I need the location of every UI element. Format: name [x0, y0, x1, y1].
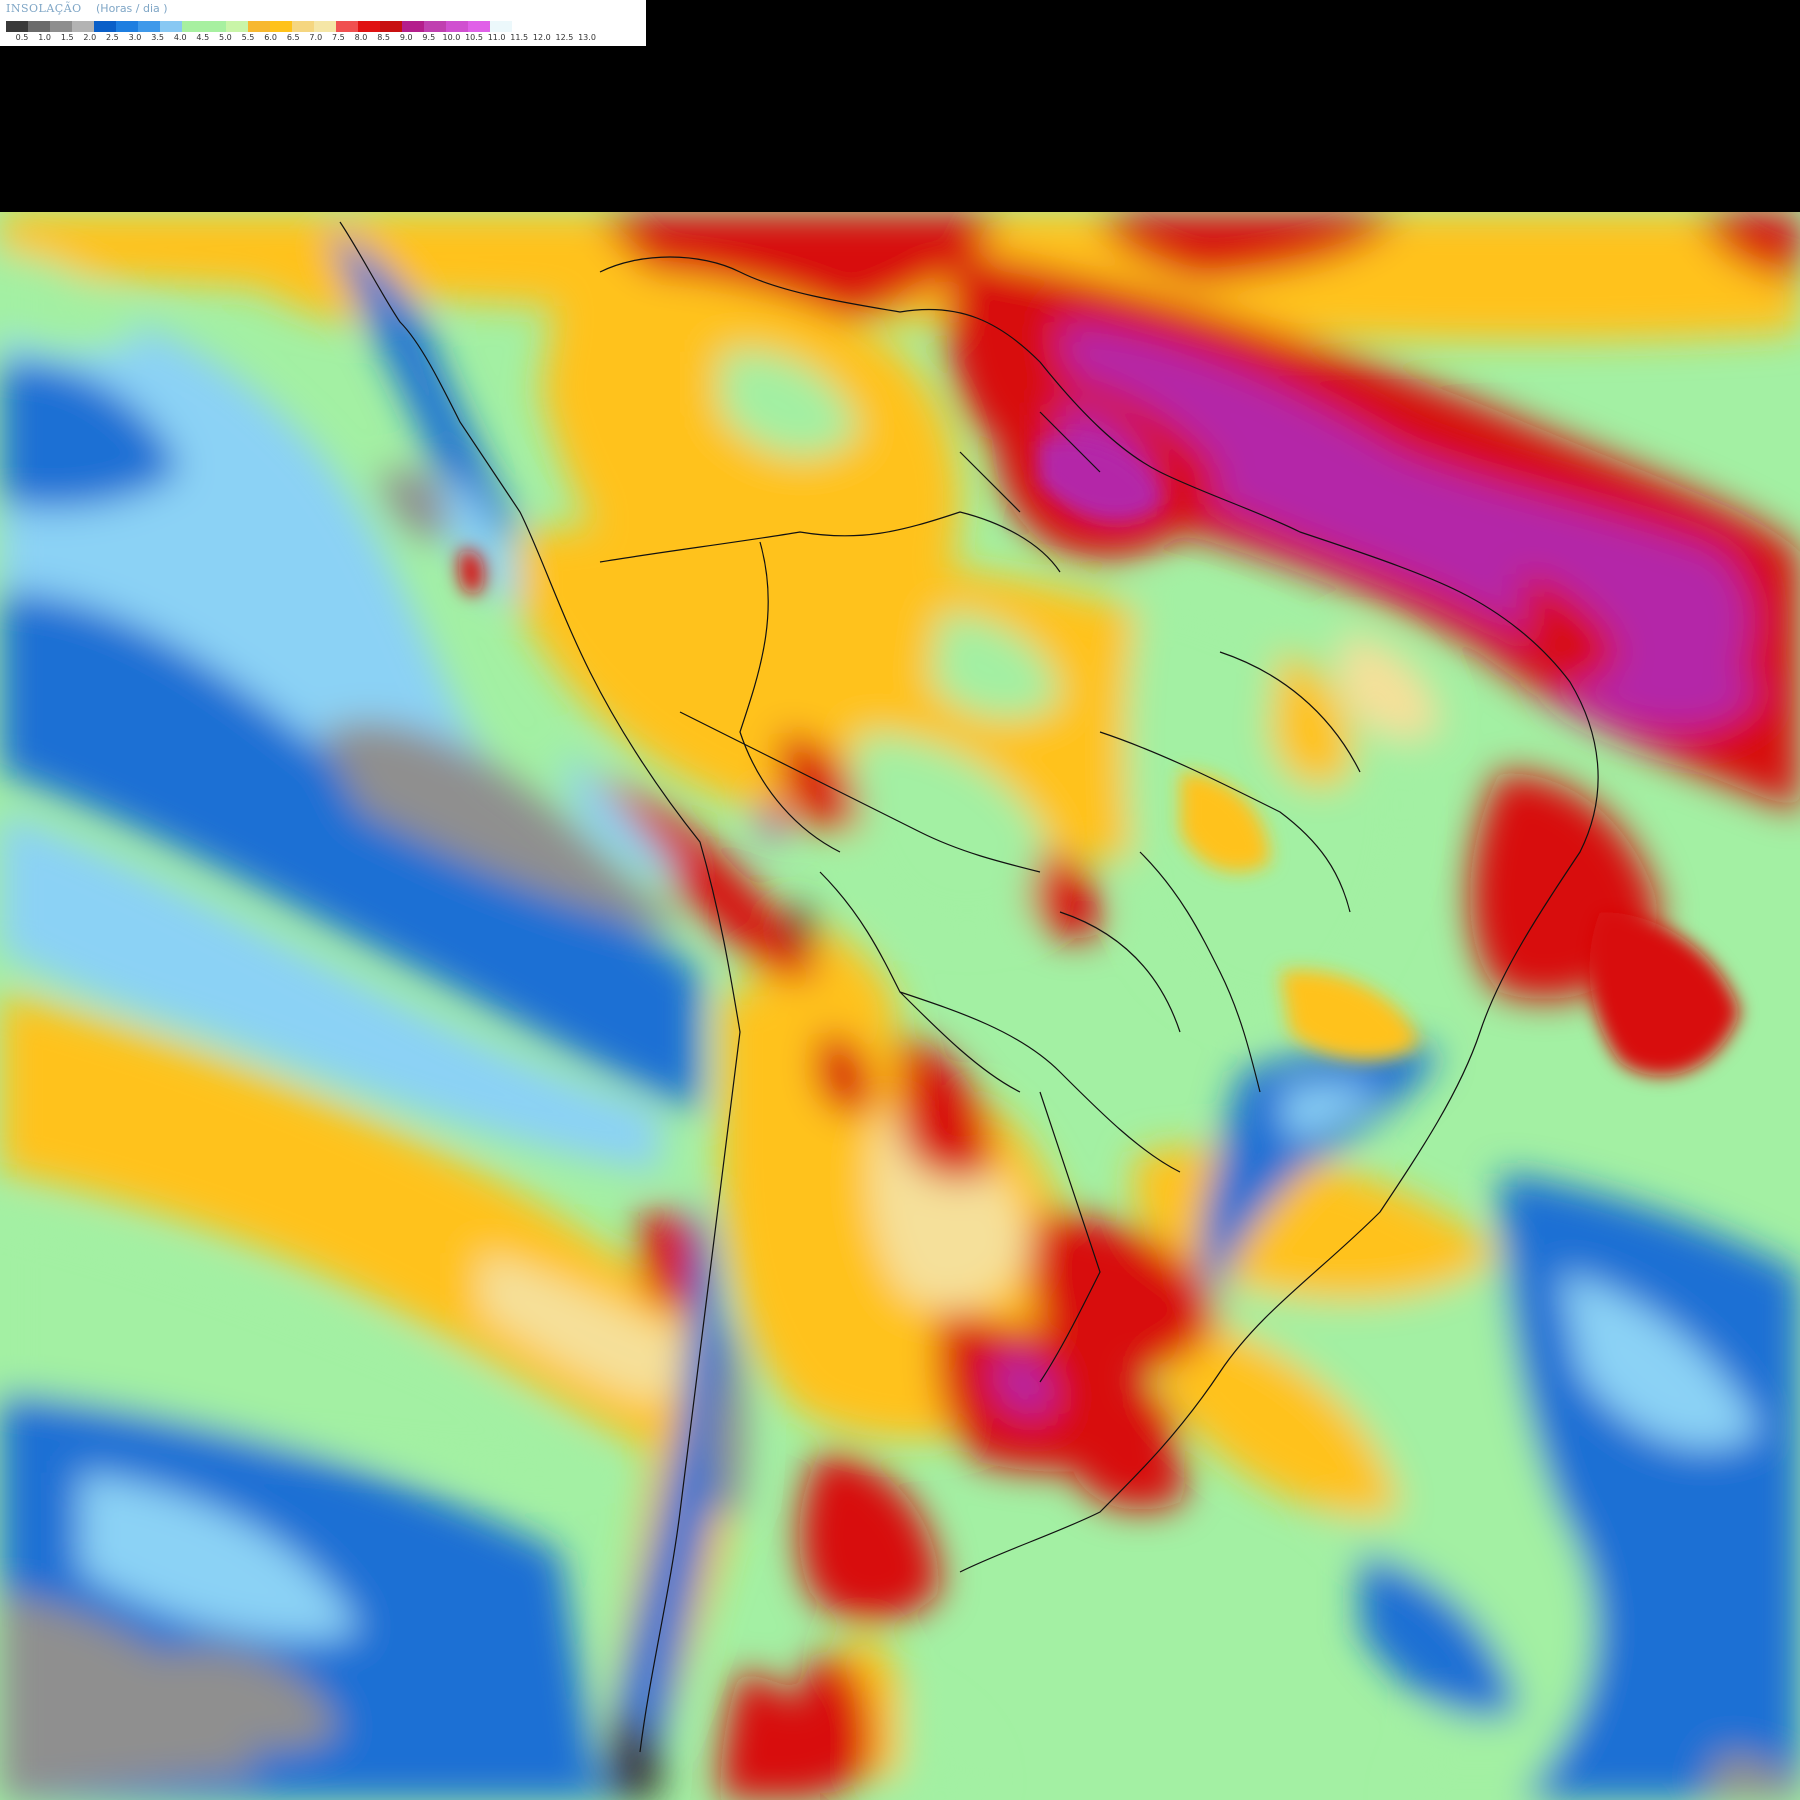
- legend-swatch: [314, 21, 336, 32]
- legend-swatch: [512, 21, 534, 32]
- legend-tick-label: 13.0: [578, 33, 596, 42]
- legend-tick-label: 3.5: [151, 33, 164, 42]
- legend-tick-label: 10.5: [465, 33, 483, 42]
- legend-tick-label: 2.5: [106, 33, 119, 42]
- legend-title: INSOLAÇÃO: [6, 2, 82, 15]
- legend-swatch: [226, 21, 248, 32]
- legend-swatch: [116, 21, 138, 32]
- legend-tick-label: 6.5: [286, 33, 300, 42]
- no-data-band: [0, 46, 1800, 212]
- legend-tick-label: 7.0: [309, 33, 323, 42]
- legend-swatch: [72, 21, 94, 32]
- legend-tick-label: 4.5: [196, 33, 210, 42]
- legend-tick-label: 1.5: [60, 33, 74, 42]
- legend-tick-label: 11.0: [487, 33, 506, 42]
- insolation-map: [0, 212, 1800, 1800]
- legend-tick-label: 7.5: [332, 33, 345, 42]
- legend-tick-label: 9.0: [399, 33, 413, 42]
- legend-swatch: [138, 21, 160, 32]
- legend-swatch: [204, 21, 226, 32]
- legend-tick-labels: 0.5 1.0 1.5 2.0 2.5 3.0 3.5 4.0 4.5 5.0 5.5 6.0 6.5 7…: [6, 33, 646, 45]
- legend-tick-label: 8.5: [377, 33, 390, 42]
- legend-swatch: [182, 21, 204, 32]
- legend-tick-label: 11.5: [510, 33, 529, 42]
- legend-tick-label: 6.0: [264, 33, 277, 42]
- legend-swatch: [160, 21, 182, 32]
- legend-tick-label: 8.0: [354, 33, 368, 42]
- legend-tick-label: 12.5: [555, 33, 574, 42]
- legend-swatch: [50, 21, 72, 32]
- legend-tick-label: 2.0: [83, 33, 97, 42]
- legend-tick-label: 1.0: [38, 33, 51, 42]
- legend-swatch: [490, 21, 512, 32]
- legend-tick-label: 10.0: [442, 33, 461, 42]
- legend-tick-label: 12.0: [532, 33, 551, 42]
- legend-swatch: [248, 21, 270, 32]
- legend-swatch: [380, 21, 402, 32]
- legend-swatch: [28, 21, 50, 32]
- legend-swatch: [424, 21, 446, 32]
- legend-swatch: [270, 21, 292, 32]
- legend-swatch: [358, 21, 380, 32]
- legend-swatch: [292, 21, 314, 32]
- legend-swatch: [94, 21, 116, 32]
- legend-tick-label: 5.0: [219, 33, 232, 42]
- legend-color-bar: [6, 21, 534, 32]
- map-canvas: [0, 212, 1800, 1800]
- legend-swatch: [468, 21, 490, 32]
- legend-swatch: [446, 21, 468, 32]
- legend-tick-label: 0.5: [15, 33, 29, 42]
- legend-tick-label: 4.0: [173, 33, 187, 42]
- legend-tick-label: 3.0: [128, 33, 142, 42]
- legend-swatch: [6, 21, 28, 32]
- legend-swatch: [402, 21, 424, 32]
- legend-unit: (Horas / dia ): [96, 2, 168, 15]
- legend-swatch: [336, 21, 358, 32]
- legend-tick-label: 5.5: [241, 33, 255, 42]
- insolation-legend: INSOLAÇÃO (Horas / dia ) 0.5 1.0 1.5 2.0 2.5…: [0, 0, 646, 46]
- legend-tick-label: 9.5: [422, 33, 436, 42]
